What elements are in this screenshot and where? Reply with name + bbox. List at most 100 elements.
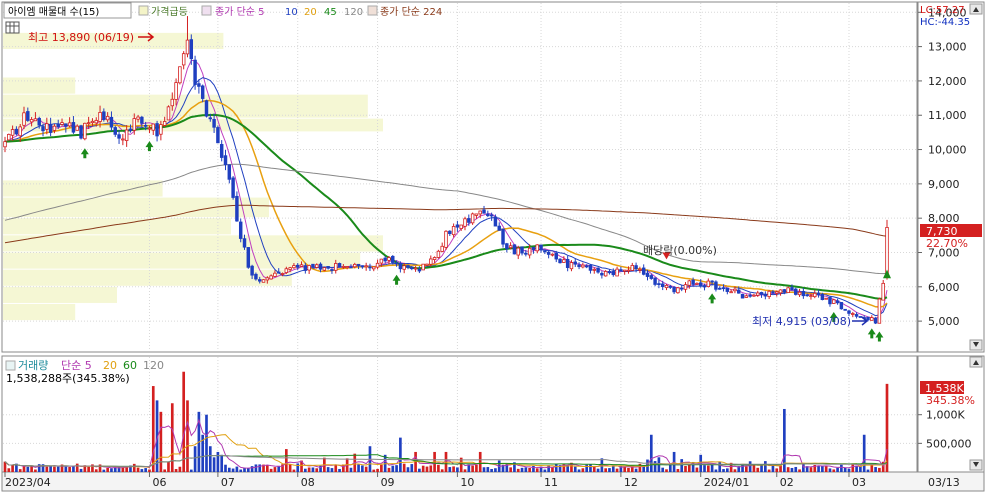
volume-bar-171 bbox=[653, 461, 657, 472]
candle-body-80 bbox=[307, 265, 311, 271]
candle-body-142 bbox=[543, 250, 547, 253]
candle-225 bbox=[858, 316, 863, 318]
volume-profile-bar-5 bbox=[3, 197, 269, 218]
candle-body-64 bbox=[246, 247, 251, 268]
candle-body-154 bbox=[588, 264, 593, 271]
volume-plot-area bbox=[1, 355, 918, 473]
candle-body-129 bbox=[493, 216, 498, 227]
candle-body-156 bbox=[596, 267, 600, 273]
scroll-down-icon[interactable] bbox=[969, 339, 983, 351]
volume-bar-222 bbox=[847, 468, 851, 472]
volume-bar-168 bbox=[642, 466, 646, 472]
date-tick-label-11: 03/13 bbox=[928, 476, 960, 489]
volume-legend-ma120: 120 bbox=[143, 359, 164, 372]
candle-body-155 bbox=[592, 268, 596, 271]
candle-body-101 bbox=[387, 257, 391, 261]
candle-body-151 bbox=[577, 264, 581, 268]
volume-bar-232 bbox=[885, 383, 889, 472]
candle-114 bbox=[436, 249, 441, 259]
volume-bar-185 bbox=[706, 465, 710, 472]
candle-body-128 bbox=[489, 214, 494, 217]
candle-body-125 bbox=[478, 210, 482, 215]
legend-surge: 가격급등 bbox=[151, 5, 188, 18]
candle-body-134 bbox=[512, 244, 517, 255]
candle-body-143 bbox=[546, 251, 551, 255]
candle-body-183 bbox=[698, 282, 703, 287]
candle-body-38 bbox=[147, 127, 152, 130]
candle-body-96 bbox=[368, 266, 372, 269]
candle-body-227 bbox=[866, 316, 870, 321]
price-tick-label-3: 8,000 bbox=[928, 212, 960, 225]
candle-body-115 bbox=[440, 245, 444, 252]
candle-body-186 bbox=[710, 280, 714, 283]
candle-body-103 bbox=[394, 262, 399, 265]
volume-profile-bar-6 bbox=[3, 218, 231, 235]
volume-bar-62 bbox=[239, 469, 243, 472]
candle-body-166 bbox=[634, 265, 638, 270]
candle-body-4 bbox=[18, 126, 22, 137]
volume-bar-137 bbox=[524, 467, 528, 472]
candle-230 bbox=[877, 297, 882, 324]
candle-body-137 bbox=[524, 252, 528, 255]
candle-body-121 bbox=[463, 218, 467, 227]
volume-bar-135 bbox=[516, 468, 520, 472]
candle-body-97 bbox=[372, 266, 376, 270]
volume-bar-186 bbox=[710, 464, 714, 472]
volume-scroll-up-icon[interactable] bbox=[969, 356, 983, 368]
candle-1 bbox=[7, 133, 11, 141]
candle-body-82 bbox=[315, 264, 319, 268]
volume-bar-190 bbox=[725, 468, 729, 472]
candle-body-50 bbox=[193, 59, 197, 85]
legend-ma20: 20 bbox=[304, 7, 317, 18]
volume-profile-bar-1 bbox=[3, 77, 76, 94]
candle-229 bbox=[873, 317, 878, 325]
candle-60 bbox=[231, 176, 235, 200]
volume-bar-114 bbox=[437, 464, 440, 472]
volume-bar-161 bbox=[615, 468, 619, 472]
candle-body-199 bbox=[759, 292, 764, 295]
volume-bar-81 bbox=[311, 467, 315, 472]
candle-body-182 bbox=[695, 282, 699, 285]
volume-bar-123 bbox=[471, 465, 474, 472]
volume-bar-221 bbox=[843, 467, 847, 472]
candle-body-217 bbox=[828, 297, 832, 305]
candle-body-94 bbox=[360, 265, 365, 268]
candle-body-220 bbox=[839, 302, 844, 310]
candle-body-160 bbox=[611, 271, 616, 276]
volume-legend-ma20: 20 bbox=[103, 359, 117, 372]
candle-body-144 bbox=[550, 253, 555, 256]
candle-146 bbox=[558, 258, 562, 264]
volume-bar-209 bbox=[798, 469, 801, 472]
legend-swatch-ma224 bbox=[367, 5, 378, 16]
volume-bar-70 bbox=[269, 468, 273, 472]
candle-body-221 bbox=[843, 308, 847, 311]
scroll-up-icon[interactable] bbox=[969, 3, 983, 15]
volume-bar-86 bbox=[330, 468, 334, 472]
candle-body-140 bbox=[535, 244, 539, 252]
candle-21 bbox=[83, 122, 87, 141]
candle-body-122 bbox=[467, 218, 471, 223]
table-icon[interactable] bbox=[5, 21, 20, 34]
volume-profile-bar-10 bbox=[3, 286, 117, 303]
stock-chart: 5,0006,0007,0008,0009,00010,00011,00012,… bbox=[0, 0, 986, 492]
candle-body-58 bbox=[223, 155, 228, 166]
volume-scroll-down-icon[interactable] bbox=[969, 459, 983, 471]
candle-177 bbox=[676, 286, 680, 294]
date-tick-label-2: 07 bbox=[221, 476, 235, 489]
candle-body-202 bbox=[771, 291, 775, 294]
candle-body-1 bbox=[7, 133, 11, 141]
candle-body-25 bbox=[98, 112, 102, 122]
candle-111 bbox=[425, 263, 429, 266]
candle-body-189 bbox=[721, 287, 726, 290]
volume-bar-124 bbox=[475, 464, 478, 472]
volume-bar-128 bbox=[490, 468, 493, 472]
candle-53 bbox=[204, 99, 209, 118]
candle-56 bbox=[216, 125, 220, 144]
volume-bar-8 bbox=[34, 469, 37, 472]
candle-body-35 bbox=[136, 116, 140, 120]
volume-bar-227 bbox=[866, 469, 870, 472]
volume-bar-218 bbox=[832, 469, 836, 472]
candle-body-215 bbox=[820, 293, 825, 300]
volume-profile-bar-4 bbox=[3, 180, 163, 197]
candle-body-87 bbox=[334, 263, 338, 271]
